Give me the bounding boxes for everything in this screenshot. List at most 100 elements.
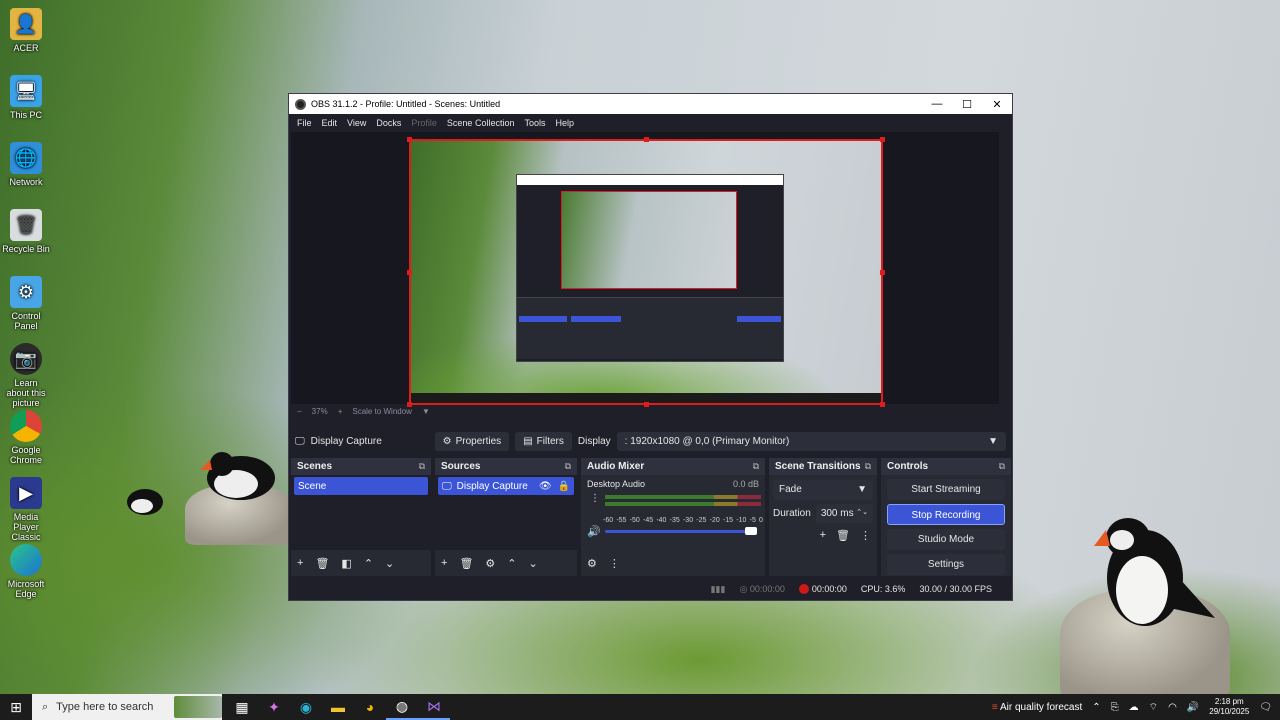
- undock-icon[interactable]: ⧉: [419, 461, 425, 472]
- menu-profile[interactable]: Profile: [411, 118, 437, 128]
- menu-scene-collection[interactable]: Scene Collection: [447, 118, 515, 128]
- onedrive-icon[interactable]: ☁: [1129, 702, 1139, 713]
- controls-body: Start Streaming Stop Recording Studio Mo…: [881, 475, 1011, 576]
- settings-button[interactable]: Settings: [887, 554, 1005, 575]
- meter-tick-label: -15: [722, 517, 734, 524]
- transition-select[interactable]: Fade ▼: [773, 480, 873, 500]
- obs-logo-icon: [295, 98, 306, 110]
- desktop-icon-network[interactable]: 🌐 Network: [2, 142, 50, 187]
- volume-slider-knob[interactable]: [745, 527, 757, 535]
- close-button[interactable]: ✕: [982, 98, 1012, 111]
- display-select[interactable]: : 1920x1080 @ 0,0 (Primary Monitor) ▼: [616, 431, 1006, 451]
- menu-file[interactable]: File: [297, 118, 312, 128]
- chrome-taskbar-button[interactable]: ◕: [354, 694, 386, 720]
- gear-icon[interactable]: ⚙: [485, 557, 495, 570]
- chevron-up-icon[interactable]: ⌃: [364, 557, 373, 570]
- chevron-down-icon[interactable]: ⌄: [529, 557, 538, 570]
- stop-recording-button[interactable]: Stop Recording: [887, 504, 1005, 525]
- advanced-audio-icon[interactable]: ⚙: [587, 557, 597, 570]
- desktop-icon-recycle-bin[interactable]: 🗑 Recycle Bin: [2, 209, 50, 254]
- more-vertical-icon[interactable]: ⋮: [609, 557, 620, 570]
- menu-help[interactable]: Help: [555, 118, 574, 128]
- resize-handle[interactable]: [880, 270, 885, 275]
- desktop-icon-control-panel[interactable]: ⚙ Control Panel: [2, 276, 50, 331]
- notification-icon[interactable]: 🗨: [1259, 702, 1272, 713]
- add-icon[interactable]: +: [297, 557, 303, 569]
- meter-tick-label: 0: [759, 517, 763, 524]
- desktop-icon-edge[interactable]: Microsoft Edge: [2, 544, 50, 599]
- dock-header: Scenes ⧉: [291, 458, 431, 475]
- display-capture-preview[interactable]: [409, 139, 883, 405]
- spinner-icon[interactable]: ⌃⌄: [856, 508, 868, 519]
- chevron-up-icon[interactable]: ⌃: [507, 557, 516, 570]
- zoom-out-button[interactable]: −: [297, 407, 302, 416]
- resize-handle[interactable]: [644, 137, 649, 142]
- obs-logo-icon: ◍: [395, 697, 409, 714]
- trash-icon[interactable]: 🗑: [836, 529, 850, 542]
- menu-edit[interactable]: Edit: [322, 118, 338, 128]
- resize-handle[interactable]: [407, 270, 412, 275]
- desktop-icon-media-player[interactable]: ▶ Media Player Classic: [2, 477, 50, 542]
- task-view-button[interactable]: ▦: [226, 694, 258, 720]
- speaker-icon[interactable]: 🔊: [587, 525, 601, 538]
- desktop-icon-this-pc[interactable]: 🖥 This PC: [2, 75, 50, 120]
- obs-taskbar-button[interactable]: ◍: [386, 694, 418, 720]
- filter-icon[interactable]: ◧: [341, 557, 351, 570]
- add-icon[interactable]: +: [820, 529, 826, 542]
- scene-item[interactable]: Scene: [294, 477, 428, 495]
- chevron-up-icon[interactable]: ⌃: [1092, 702, 1100, 713]
- speaker-icon[interactable]: 🔊: [1187, 702, 1199, 713]
- undock-icon[interactable]: ⧉: [865, 461, 871, 472]
- eye-icon[interactable]: 👁: [539, 481, 552, 492]
- trash-icon[interactable]: 🗑: [315, 557, 329, 570]
- undock-icon[interactable]: ⧉: [999, 461, 1005, 472]
- add-icon[interactable]: +: [441, 557, 447, 569]
- more-vertical-icon[interactable]: ⋮: [860, 529, 871, 542]
- copilot-button[interactable]: ✦: [258, 694, 290, 720]
- maximize-button[interactable]: ☐: [952, 98, 982, 111]
- desktop-icon-learn-picture[interactable]: 📷 Learn about this picture: [2, 343, 50, 408]
- taskbar-search[interactable]: ⌕ Type here to search: [32, 694, 222, 720]
- undock-icon[interactable]: ⧉: [565, 461, 571, 472]
- desktop-icon-acer[interactable]: 👤 ACER: [2, 8, 50, 53]
- chevron-down-icon[interactable]: ⌄: [385, 557, 394, 570]
- desktop-icon-label: Learn about this picture: [6, 378, 46, 408]
- cpu-usage: CPU: 3.6%: [860, 584, 906, 594]
- properties-button[interactable]: ⚙ Properties: [434, 431, 510, 451]
- start-streaming-button[interactable]: Start Streaming: [887, 479, 1005, 500]
- weather-widget[interactable]: ≡ Air quality forecast: [992, 702, 1082, 713]
- volume-slider[interactable]: [605, 530, 757, 533]
- start-button[interactable]: ⊞: [0, 694, 32, 720]
- edge-icon: [10, 544, 42, 576]
- lock-icon[interactable]: 🔒: [558, 481, 570, 492]
- meet-now-icon[interactable]: ⎘: [1111, 702, 1119, 713]
- resize-handle[interactable]: [880, 137, 885, 142]
- duration-input[interactable]: 300 ms ⌃⌄: [815, 504, 873, 523]
- folder-icon: ▬: [331, 699, 345, 715]
- studio-mode-button[interactable]: Studio Mode: [887, 529, 1005, 550]
- resize-handle[interactable]: [407, 137, 412, 142]
- scale-mode[interactable]: Scale to Window: [352, 407, 412, 416]
- network-icon[interactable]: ⌔: [1149, 701, 1158, 714]
- edge-taskbar-button[interactable]: ◉: [290, 694, 322, 720]
- wifi-icon[interactable]: ◠: [1168, 702, 1177, 713]
- title-bar[interactable]: OBS 31.1.2 - Profile: Untitled - Scenes:…: [289, 94, 1012, 114]
- more-vertical-icon[interactable]: ⋮: [590, 493, 600, 504]
- dock-title: Scene Transitions: [775, 461, 861, 472]
- filters-button[interactable]: ▤ Filters: [515, 431, 572, 451]
- menu-docks[interactable]: Docks: [376, 118, 401, 128]
- zoom-in-button[interactable]: +: [338, 407, 343, 416]
- undock-icon[interactable]: ⧉: [753, 461, 759, 472]
- menu-view[interactable]: View: [347, 118, 366, 128]
- file-explorer-button[interactable]: ▬: [322, 694, 354, 720]
- preview-area[interactable]: [291, 132, 999, 407]
- source-item[interactable]: 🖵 Display Capture 👁 🔒: [438, 477, 574, 495]
- desktop-icon-chrome[interactable]: Google Chrome: [2, 410, 50, 465]
- minimize-button[interactable]: —: [922, 98, 952, 110]
- trash-icon[interactable]: 🗑: [459, 557, 473, 570]
- mixer-body: Desktop Audio 0.0 dB ⋮ -60 -55 -50 -45 -40 -3…: [581, 475, 765, 550]
- visual-studio-taskbar-button[interactable]: ⋈: [418, 694, 450, 720]
- scale-dropdown-icon[interactable]: ▼: [422, 407, 430, 416]
- clock[interactable]: 2:18 pm 29/10/2025: [1209, 697, 1249, 717]
- menu-tools[interactable]: Tools: [524, 118, 545, 128]
